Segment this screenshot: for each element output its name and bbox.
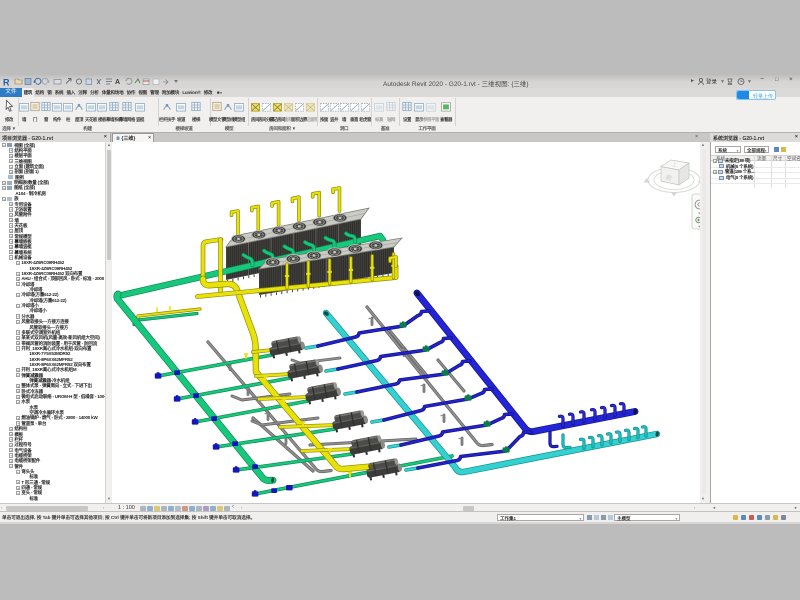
svg-text:上: 上: [671, 161, 677, 169]
svg-text:▼: ▼: [720, 79, 725, 85]
svg-text:登录: 登录: [706, 78, 718, 86]
svg-text:▼: ▼: [747, 79, 752, 85]
svg-text:A: A: [115, 79, 120, 86]
svg-text:R: R: [3, 77, 10, 87]
